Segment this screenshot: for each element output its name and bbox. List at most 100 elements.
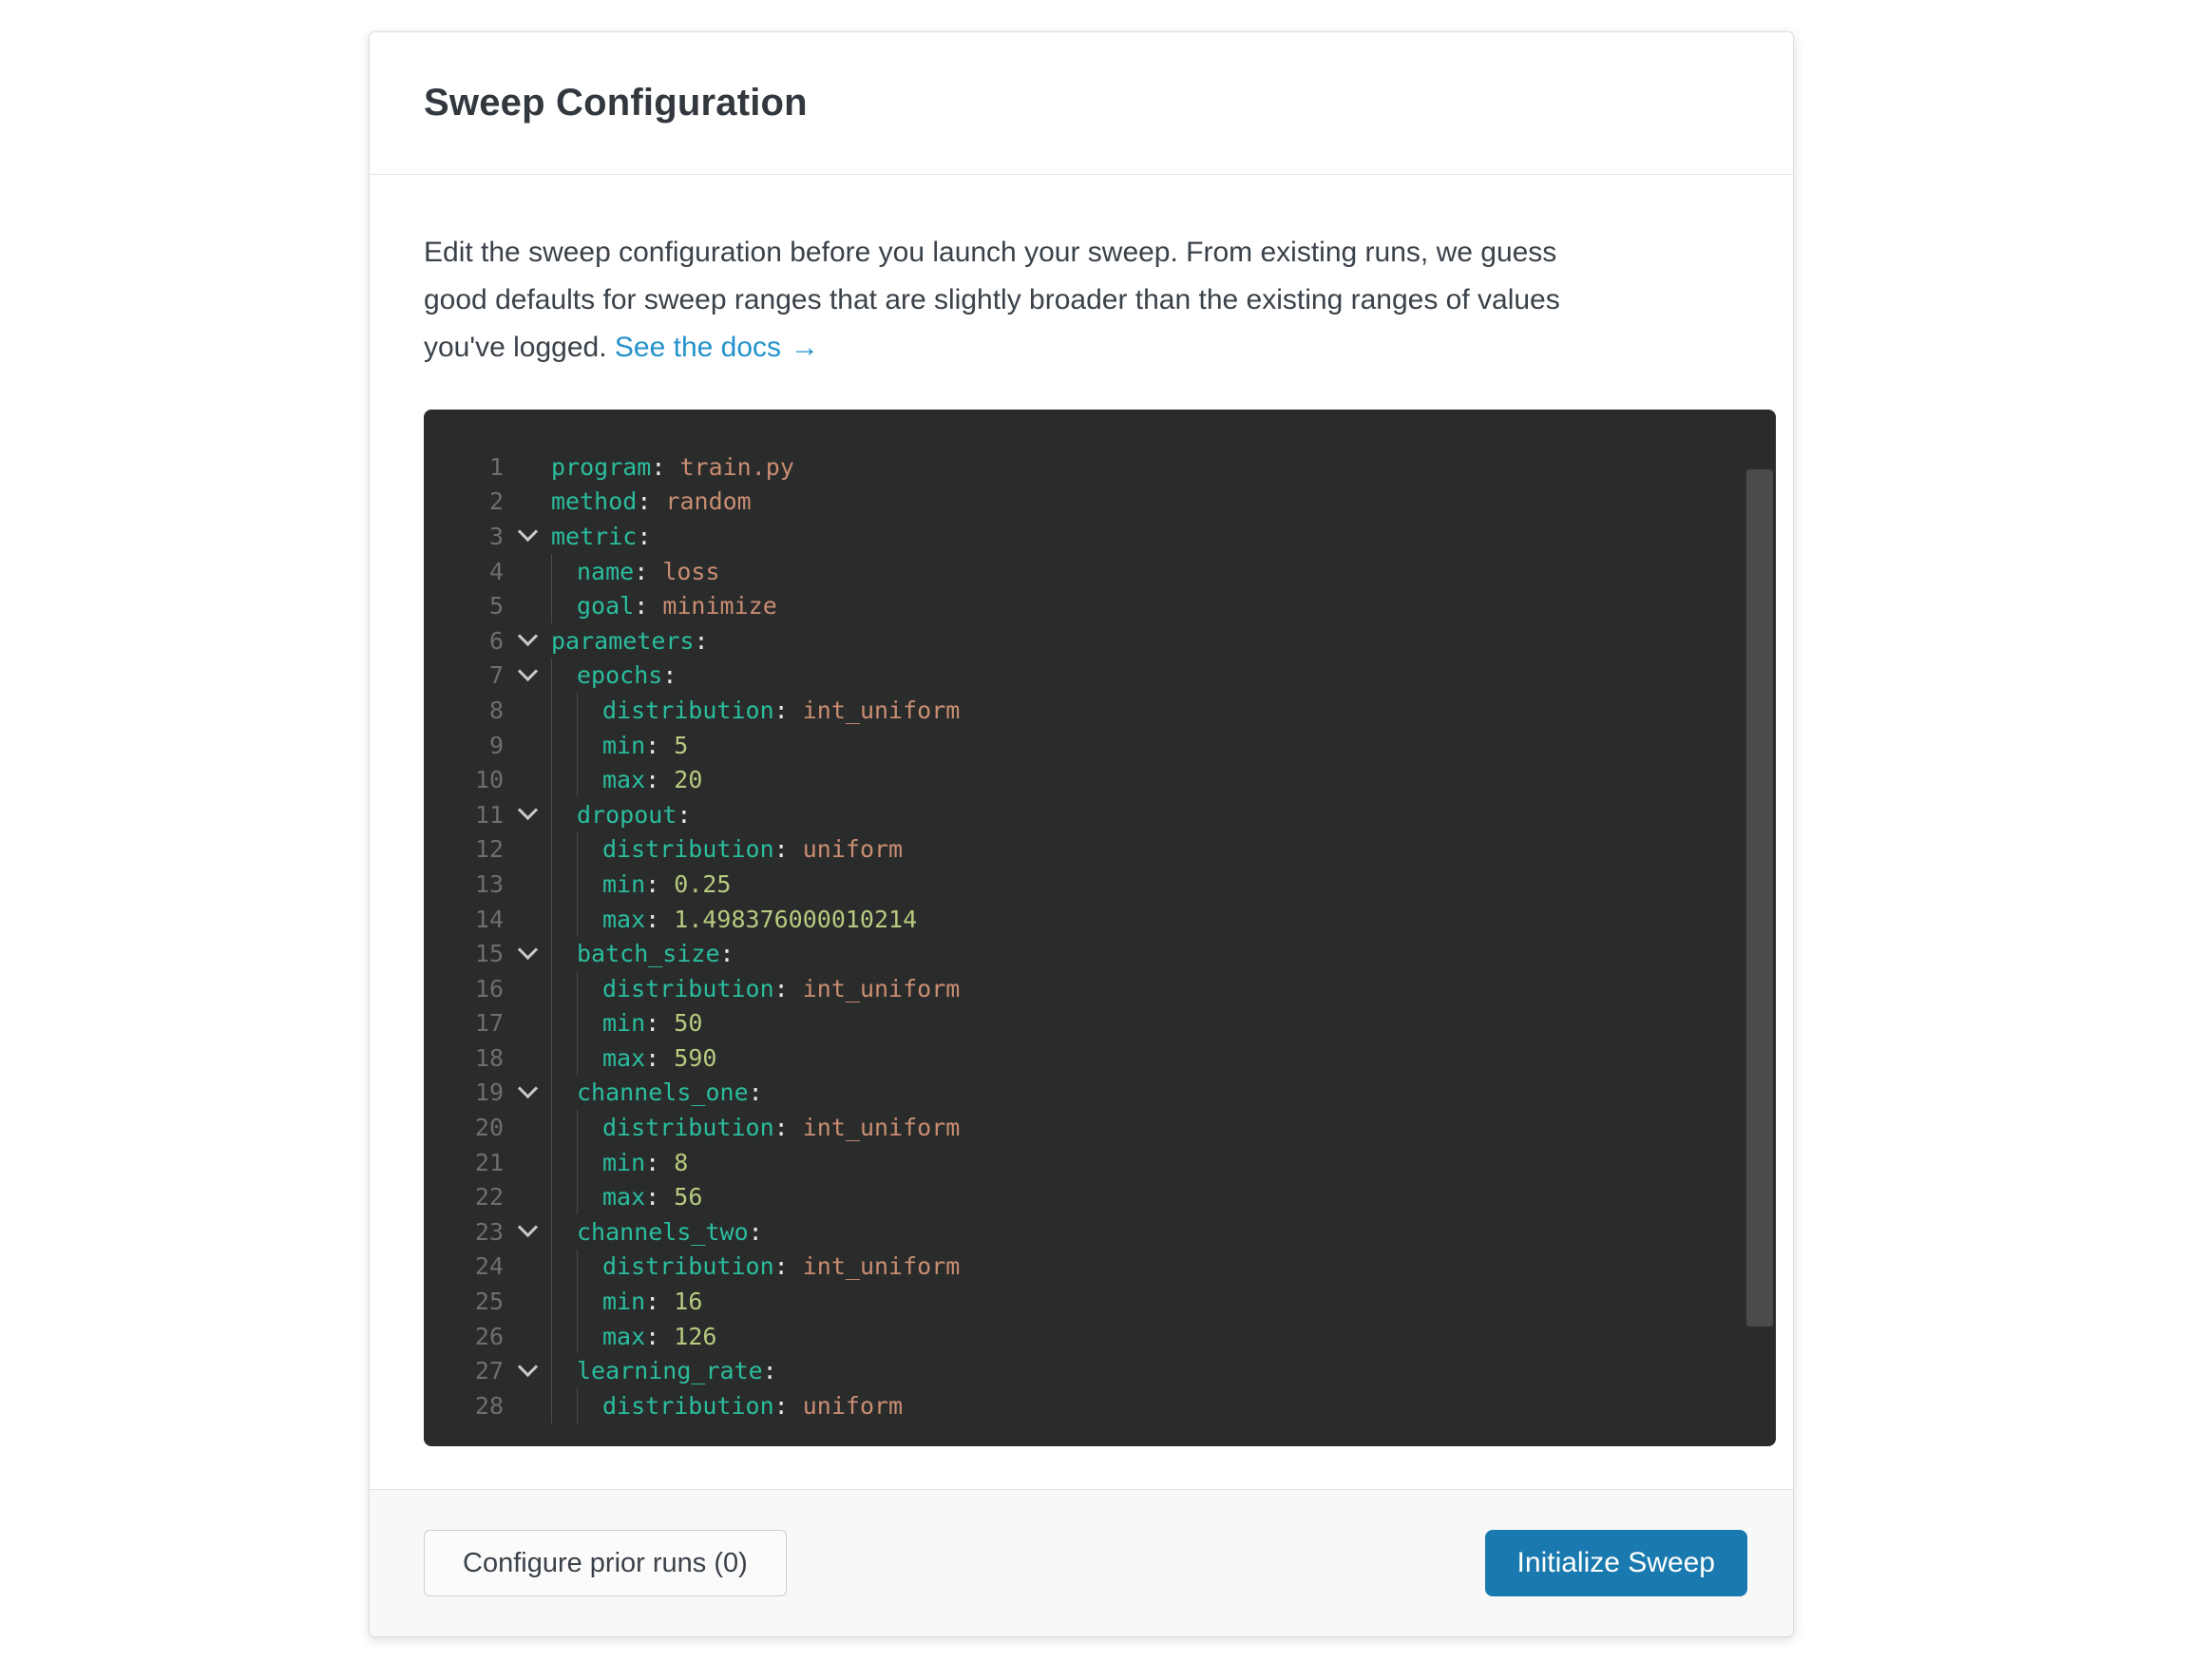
fold-toggle[interactable] <box>504 1229 551 1234</box>
code-text[interactable]: min: 50 <box>551 1006 702 1041</box>
indent-guide <box>551 1179 577 1214</box>
code-line[interactable]: 28distribution: uniform <box>424 1388 1776 1423</box>
fold-toggle[interactable] <box>504 1090 551 1096</box>
code-tokens: max: 590 <box>602 1040 716 1076</box>
code-line[interactable]: 5goal: minimize <box>424 588 1776 623</box>
code-text[interactable]: max: 590 <box>551 1040 716 1076</box>
code-line[interactable]: 18max: 590 <box>424 1040 1776 1076</box>
indent-guide <box>551 797 577 832</box>
code-text[interactable]: distribution: int_uniform <box>551 971 960 1006</box>
see-the-docs-link[interactable]: See the docs→ <box>615 332 819 363</box>
code-line[interactable]: 12distribution: uniform <box>424 832 1776 868</box>
indent-guide <box>551 1353 577 1388</box>
code-text[interactable]: epochs: <box>551 659 677 694</box>
code-tokens: max: 56 <box>602 1179 702 1214</box>
code-text[interactable]: distribution: int_uniform <box>551 1110 960 1145</box>
fold-toggle[interactable] <box>504 638 551 643</box>
code-line[interactable]: 25 min: 16 <box>424 1284 1776 1319</box>
line-number: 7 <box>424 661 504 689</box>
code-tokens: dropout: <box>577 797 691 832</box>
editor-scrollbar-thumb[interactable] <box>1746 469 1773 1327</box>
code-line[interactable]: 27 learning_rate: <box>424 1353 1776 1388</box>
code-line[interactable]: 3metric: <box>424 519 1776 554</box>
code-line[interactable]: 17min: 50 <box>424 1006 1776 1041</box>
yaml-code-editor[interactable]: 1program: train.py2 method: random3metric… <box>424 410 1776 1446</box>
code-text[interactable]: distribution: uniform <box>551 832 903 868</box>
code-text[interactable]: min: 5 <box>551 728 688 763</box>
line-number: 27 <box>424 1357 504 1384</box>
indent-guide <box>577 1179 602 1214</box>
see-the-docs-label: See the docs <box>615 332 781 363</box>
fold-toggle[interactable] <box>504 533 551 539</box>
line-number: 2 <box>424 487 504 515</box>
code-text[interactable]: method: random <box>551 485 752 520</box>
configure-prior-runs-button[interactable]: Configure prior runs (0) <box>424 1530 787 1596</box>
code-lines: 1program: train.py2 method: random3metric… <box>424 449 1776 1423</box>
indent-guide <box>551 1250 577 1285</box>
code-line[interactable]: 15 batch_size: <box>424 936 1776 971</box>
code-tokens: goal: minimize <box>577 588 777 623</box>
line-number: 16 <box>424 975 504 1002</box>
code-line[interactable]: 21min: 8 <box>424 1145 1776 1180</box>
code-text[interactable]: min: 8 <box>551 1145 688 1180</box>
code-line[interactable]: 19channels_one: <box>424 1076 1776 1111</box>
code-text[interactable]: distribution: uniform <box>551 1388 903 1423</box>
code-line[interactable]: 23channels_two: <box>424 1214 1776 1250</box>
sweep-configuration-dialog: Sweep Configuration Edit the sweep confi… <box>369 31 1794 1637</box>
fold-toggle[interactable] <box>504 1368 551 1374</box>
code-line[interactable]: 26 max: 126 <box>424 1319 1776 1354</box>
code-line[interactable]: 10max: 20 <box>424 762 1776 797</box>
code-text[interactable]: dropout: <box>551 797 691 832</box>
code-line[interactable]: 13min: 0.25 <box>424 867 1776 902</box>
code-line[interactable]: 14max: 1.498376000010214 <box>424 902 1776 937</box>
code-line[interactable]: 24distribution: int_uniform <box>424 1250 1776 1285</box>
code-line[interactable]: 8distribution: int_uniform <box>424 693 1776 728</box>
code-text[interactable]: distribution: int_uniform <box>551 693 960 728</box>
code-tokens: channels_one: <box>577 1076 763 1111</box>
indent-guide <box>577 971 602 1006</box>
code-text[interactable]: learning_rate: <box>551 1353 777 1388</box>
code-line[interactable]: 6 parameters: <box>424 623 1776 659</box>
code-text[interactable]: name: loss <box>551 554 720 589</box>
code-line[interactable]: 4name: loss <box>424 554 1776 589</box>
code-text[interactable]: channels_two: <box>551 1214 763 1250</box>
fold-toggle[interactable] <box>504 811 551 817</box>
code-text[interactable]: max: 56 <box>551 1179 702 1214</box>
code-line[interactable]: 2 method: random <box>424 485 1776 520</box>
dialog-body: Edit the sweep configuration before you … <box>370 175 1793 1446</box>
indent-guide <box>551 1110 577 1145</box>
code-text[interactable]: program: train.py <box>551 449 794 485</box>
code-line[interactable]: 16 distribution: int_uniform <box>424 971 1776 1006</box>
initialize-sweep-button[interactable]: Initialize Sweep <box>1485 1530 1747 1596</box>
code-line[interactable]: 22max: 56 <box>424 1179 1776 1214</box>
line-number: 6 <box>424 627 504 655</box>
code-text[interactable]: min: 16 <box>551 1284 702 1319</box>
code-text[interactable]: max: 20 <box>551 762 702 797</box>
code-text[interactable]: parameters: <box>551 623 709 659</box>
fold-toggle[interactable] <box>504 951 551 957</box>
code-text[interactable]: goal: minimize <box>551 588 777 623</box>
indent-guide <box>577 728 602 763</box>
code-line[interactable]: 11dropout: <box>424 797 1776 832</box>
indent-guide <box>551 693 577 728</box>
code-text[interactable]: batch_size: <box>551 936 734 971</box>
line-number: 25 <box>424 1288 504 1315</box>
code-line[interactable]: 7 epochs: <box>424 659 1776 694</box>
fold-toggle[interactable] <box>504 673 551 678</box>
code-line[interactable]: 20distribution: int_uniform <box>424 1110 1776 1145</box>
code-line[interactable]: 9min: 5 <box>424 728 1776 763</box>
page-title: Sweep Configuration <box>424 82 808 124</box>
line-number: 26 <box>424 1323 504 1350</box>
code-tokens: metric: <box>551 519 651 554</box>
line-number: 15 <box>424 940 504 967</box>
code-text[interactable]: metric: <box>551 519 651 554</box>
code-line[interactable]: 1program: train.py <box>424 449 1776 485</box>
code-text[interactable]: max: 1.498376000010214 <box>551 902 917 937</box>
code-text[interactable]: max: 126 <box>551 1319 716 1354</box>
code-text[interactable]: distribution: int_uniform <box>551 1250 960 1285</box>
code-text[interactable]: channels_one: <box>551 1076 763 1111</box>
indent-guide <box>551 832 577 868</box>
indent-guide <box>551 867 577 902</box>
indent-guide <box>551 1145 577 1180</box>
code-text[interactable]: min: 0.25 <box>551 867 731 902</box>
